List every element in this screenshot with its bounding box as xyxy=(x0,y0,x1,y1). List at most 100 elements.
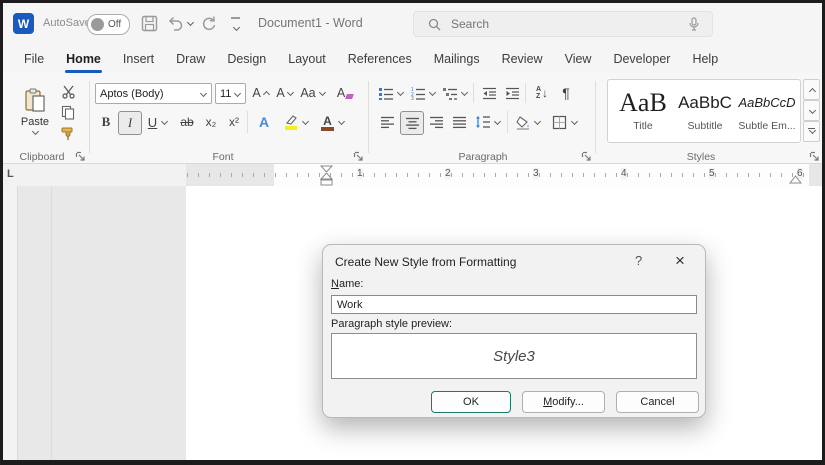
title-bar: W AutoSave Off Document1 - Word Search xyxy=(3,3,822,45)
font-size-select[interactable]: 11 xyxy=(215,83,246,104)
paste-button[interactable]: Paste xyxy=(15,79,55,145)
styles-dialog-launcher-icon[interactable] xyxy=(809,151,821,163)
font-color-chevron-icon xyxy=(337,118,345,126)
tab-layout[interactable]: Layout xyxy=(277,47,337,71)
paste-label: Paste xyxy=(20,116,50,128)
bullets-button[interactable] xyxy=(377,83,405,103)
gallery-more-button[interactable] xyxy=(803,121,820,142)
shrink-font-button[interactable]: A xyxy=(275,83,295,103)
more-line-icon xyxy=(231,17,240,19)
increase-indent-icon xyxy=(505,87,519,99)
style-name-input[interactable] xyxy=(331,295,697,314)
increase-indent-button[interactable] xyxy=(502,83,522,103)
underline-button[interactable]: U xyxy=(144,111,172,133)
decrease-indent-button[interactable] xyxy=(479,83,499,103)
copy-button[interactable] xyxy=(57,103,79,121)
style-item-subtitle[interactable]: AaBbC Subtitle xyxy=(674,80,736,142)
borders-button[interactable] xyxy=(549,111,581,133)
format-painter-button[interactable] xyxy=(57,124,79,142)
multilevel-chevron-icon xyxy=(460,89,468,97)
font-size-value: 11 xyxy=(220,87,232,100)
tab-selector-button[interactable]: L xyxy=(7,168,14,180)
tab-design[interactable]: Design xyxy=(216,47,277,71)
first-line-indent-marker[interactable] xyxy=(320,165,333,173)
quick-access-more-button[interactable] xyxy=(231,17,240,37)
tab-file[interactable]: File xyxy=(13,47,55,71)
tab-review[interactable]: Review xyxy=(491,47,554,71)
font-name-select[interactable]: Aptos (Body) xyxy=(95,83,212,104)
subscript-button[interactable]: x₂ xyxy=(201,111,221,133)
modify-button[interactable]: Modify... xyxy=(522,391,605,413)
borders-chevron-icon xyxy=(570,118,578,126)
autosave-toggle[interactable]: Off xyxy=(87,14,130,35)
hanging-indent-marker[interactable] xyxy=(320,173,333,186)
word-logo-icon[interactable]: W xyxy=(13,13,34,34)
superscript-button[interactable]: x² xyxy=(224,111,244,133)
tab-help[interactable]: Help xyxy=(681,47,729,71)
search-input[interactable] xyxy=(449,16,688,32)
bold-button[interactable]: B xyxy=(97,111,115,133)
save-button[interactable] xyxy=(141,15,158,32)
more-chevron-icon xyxy=(232,24,240,32)
ribbon-tab-bar: File Home Insert Draw Design Layout Refe… xyxy=(3,45,822,73)
pane-divider xyxy=(51,186,52,460)
numbering-button[interactable]: 1 2 3 xyxy=(409,83,437,103)
undo-icon xyxy=(168,16,183,31)
shading-button[interactable] xyxy=(513,111,543,133)
align-center-button-selected[interactable] xyxy=(400,111,424,135)
bullets-chevron-icon xyxy=(396,89,404,97)
tab-draw[interactable]: Draw xyxy=(165,47,216,71)
microphone-icon[interactable] xyxy=(688,17,700,31)
justify-icon xyxy=(452,116,466,128)
ok-button[interactable]: OK xyxy=(431,391,511,413)
justify-button[interactable] xyxy=(449,111,469,133)
style-item-subtle-emphasis[interactable]: AaBbCcD Subtle Em... xyxy=(736,80,798,142)
clipboard-dialog-launcher-icon[interactable] xyxy=(75,151,87,163)
clipboard-group-label: Clipboard xyxy=(19,151,65,163)
tab-references[interactable]: References xyxy=(337,47,423,71)
tab-home[interactable]: Home xyxy=(55,47,112,73)
style-preview-box: Style3 xyxy=(331,333,697,379)
dialog-close-button[interactable]: × xyxy=(675,251,685,271)
gallery-scroll-up-button[interactable] xyxy=(803,79,820,100)
highlight-color-button[interactable] xyxy=(281,111,311,133)
italic-button-selected[interactable]: I xyxy=(118,111,142,135)
style-item-title[interactable]: AaB Title xyxy=(612,80,674,142)
tab-developer[interactable]: Developer xyxy=(602,47,681,71)
multilevel-list-button[interactable] xyxy=(441,83,469,103)
tab-mailings[interactable]: Mailings xyxy=(423,47,491,71)
cut-button[interactable] xyxy=(57,82,79,100)
tab-view[interactable]: View xyxy=(554,47,603,71)
font-color-button[interactable]: A xyxy=(319,111,347,133)
text-effects-button[interactable]: A xyxy=(253,111,275,133)
style-preview-text: AaBbCcD xyxy=(738,95,796,110)
highlighter-icon xyxy=(285,114,297,130)
grow-font-button[interactable]: A xyxy=(251,83,271,103)
align-right-button[interactable] xyxy=(426,111,446,133)
search-box[interactable] xyxy=(413,11,713,37)
group-separator xyxy=(595,81,596,153)
strikethrough-button[interactable]: ab xyxy=(176,111,198,133)
font-dialog-launcher-icon[interactable] xyxy=(353,151,365,163)
right-indent-marker[interactable] xyxy=(789,175,802,185)
gallery-scroll-down-button[interactable] xyxy=(803,100,820,121)
dialog-help-button[interactable]: ? xyxy=(635,253,642,268)
group-separator xyxy=(89,81,90,153)
autosave-label: AutoSave xyxy=(43,17,91,29)
numbered-list-icon: 1 2 3 xyxy=(411,87,425,100)
clear-formatting-button[interactable]: A xyxy=(335,83,355,103)
sort-button[interactable]: A Z ↓ xyxy=(530,82,554,104)
cancel-button[interactable]: Cancel xyxy=(616,391,699,413)
undo-button[interactable] xyxy=(166,14,194,32)
redo-button[interactable] xyxy=(200,14,218,32)
underline-chevron-icon xyxy=(160,118,168,126)
shrink-font-letter: A xyxy=(276,86,285,100)
undo-dropdown-chevron-icon[interactable] xyxy=(186,19,194,27)
ruler-number: 2 xyxy=(445,168,451,179)
change-case-button[interactable]: Aa xyxy=(299,83,327,103)
show-hide-marks-button[interactable]: ¶ xyxy=(557,82,575,104)
paragraph-dialog-launcher-icon[interactable] xyxy=(581,151,593,163)
line-spacing-button[interactable] xyxy=(473,111,503,133)
align-left-button[interactable] xyxy=(377,111,397,133)
tab-insert[interactable]: Insert xyxy=(112,47,165,71)
